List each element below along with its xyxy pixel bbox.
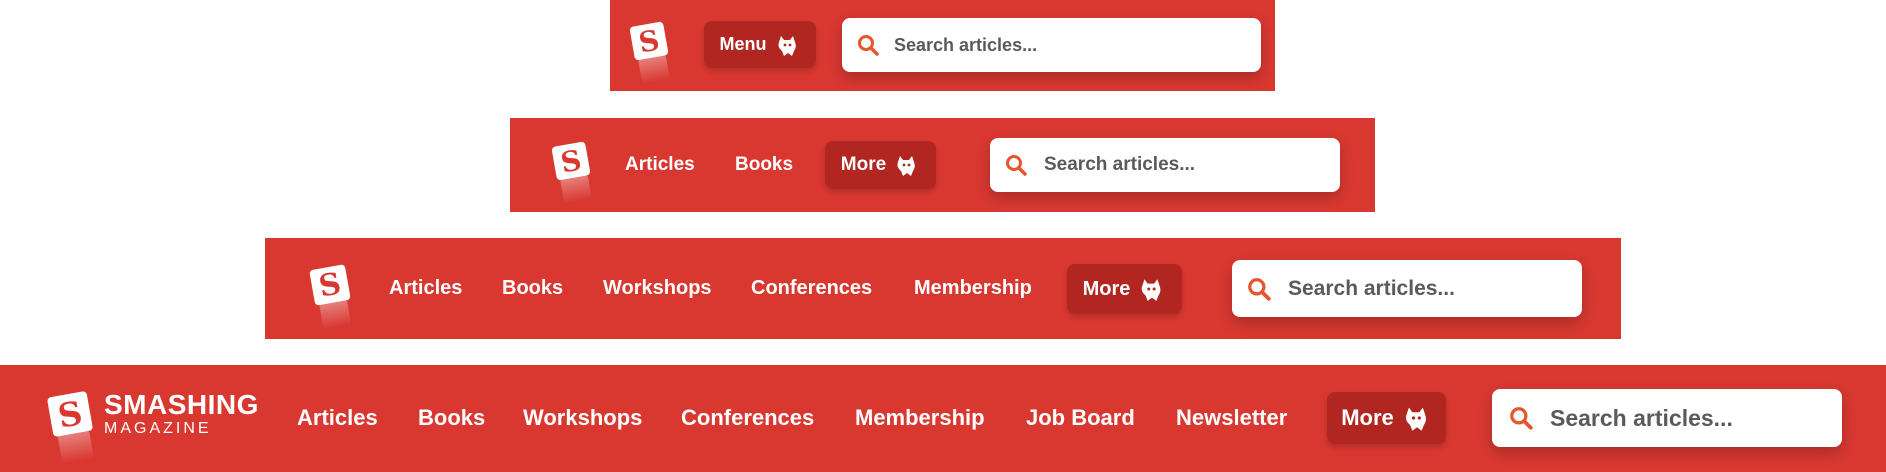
smashing-s-logo-icon: S [46,390,94,438]
nav-link-job-board[interactable]: Job Board [1026,405,1135,431]
brand-subtitle: MAGAZINE [104,420,212,437]
nav-link-articles[interactable]: Articles [389,277,462,300]
search-box[interactable] [990,138,1340,192]
nav-link-membership[interactable]: Membership [855,405,985,431]
nav-link-workshops[interactable]: Workshops [523,405,642,431]
search-box[interactable] [1492,389,1842,447]
cat-icon [1402,403,1432,433]
cat-icon [775,32,801,58]
nav-link-membership[interactable]: Membership [914,277,1032,300]
nav-link-workshops[interactable]: Workshops [603,277,712,300]
nav-link-articles[interactable]: Articles [297,405,378,431]
search-input[interactable] [894,34,1261,56]
search-input[interactable] [1044,154,1340,176]
menu-button-label: Menu [719,34,767,54]
brand-wordmark: SMASHING MAGAZINE [104,391,259,437]
cat-icon [1138,275,1166,303]
logo[interactable]: S [629,21,669,61]
more-button[interactable]: More [825,141,936,189]
nav-link-newsletter[interactable]: Newsletter [1176,405,1287,431]
search-icon [856,33,880,57]
logo[interactable]: S [551,141,591,181]
more-button-label: More [1082,277,1131,300]
search-icon [1246,276,1272,302]
more-button-label: More [840,154,887,175]
search-input[interactable] [1288,276,1582,301]
logo[interactable]: S SMASHING MAGAZINE [46,390,259,438]
smashing-s-logo-icon: S [629,21,669,61]
search-input[interactable] [1550,404,1842,432]
more-button[interactable]: More [1067,264,1182,314]
cat-icon [894,152,920,178]
navbar-full: S SMASHING MAGAZINE Articles Books Works… [0,365,1886,472]
nav-link-books[interactable]: Books [735,154,793,176]
logo[interactable]: S [309,264,351,306]
smashing-s-logo-icon: S [551,141,591,181]
navbar-small: S Menu [610,0,1275,91]
navbar-medium: S Articles Books More [510,118,1375,212]
search-box[interactable] [1232,260,1582,317]
search-icon [1508,405,1534,431]
menu-button[interactable]: Menu [704,21,816,68]
more-button[interactable]: More [1327,392,1446,444]
navbar-large: S Articles Books Workshops Conferences M… [265,238,1621,339]
search-icon [1004,153,1028,177]
search-box[interactable] [842,18,1261,72]
nav-link-conferences[interactable]: Conferences [751,277,872,300]
more-button-label: More [1341,405,1394,430]
nav-link-conferences[interactable]: Conferences [681,405,814,431]
nav-link-books[interactable]: Books [502,277,563,300]
brand-name: SMASHING [104,389,259,420]
nav-link-articles[interactable]: Articles [625,154,695,176]
nav-link-books[interactable]: Books [418,405,485,431]
smashing-s-logo-icon: S [309,264,351,306]
